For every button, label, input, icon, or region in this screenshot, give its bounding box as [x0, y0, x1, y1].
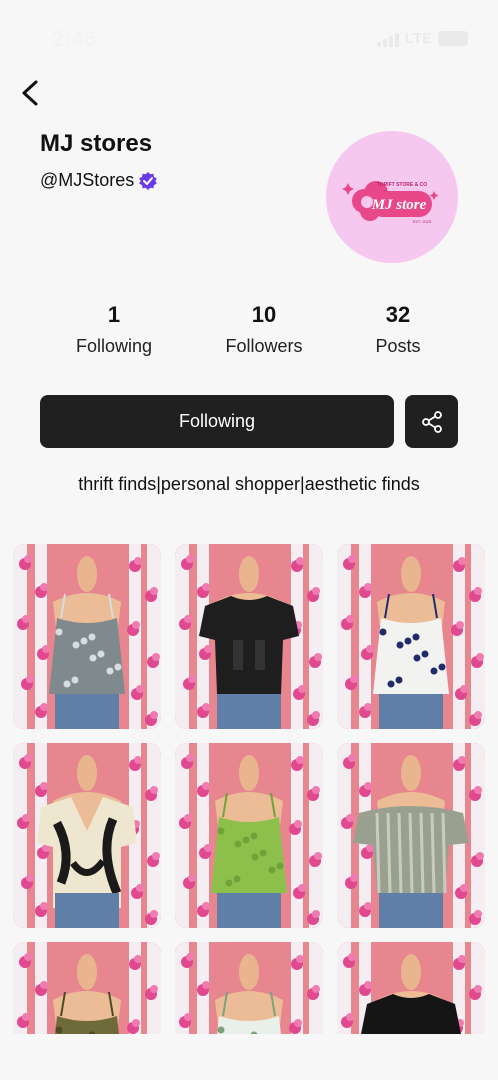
post-tile[interactable]: [175, 743, 323, 928]
post-image: [337, 544, 485, 729]
post-image: [13, 942, 161, 1034]
post-tile[interactable]: [13, 743, 161, 928]
stat-count: 1: [107, 302, 121, 327]
post-image: [337, 743, 485, 928]
post-image: [175, 942, 323, 1034]
status-bar: 2:46 LTE: [0, 0, 498, 78]
stat-following[interactable]: 1 Following: [44, 302, 184, 357]
post-tile[interactable]: [175, 942, 323, 1034]
battery-icon: [438, 31, 468, 46]
post-tile[interactable]: [337, 743, 485, 928]
stat-label: Following: [75, 336, 153, 356]
posts-grid: [13, 544, 485, 1034]
avatar[interactable]: THRIFT STORE & CO MJ store EST. 2023: [326, 131, 458, 263]
post-tile[interactable]: [13, 942, 161, 1034]
profile-handle: @MJStores: [40, 170, 135, 190]
logo-est: EST. 2023: [413, 219, 432, 224]
profile-name: MJ stores: [40, 130, 153, 157]
profile-bio: thrift finds|personal shopper|aesthetic …: [78, 474, 420, 494]
chevron-left-icon: [22, 80, 38, 106]
status-time: 2:46: [52, 26, 97, 51]
share-icon: [421, 410, 442, 433]
post-image: [337, 942, 485, 1034]
logo-brand: MJ store: [371, 197, 427, 213]
post-tile[interactable]: [337, 942, 485, 1034]
post-tile[interactable]: [13, 544, 161, 729]
post-image: [175, 544, 323, 729]
store-logo: THRIFT STORE & CO MJ store EST. 2023: [326, 131, 458, 263]
stat-count: 10: [251, 302, 277, 327]
post-image: [175, 743, 323, 928]
logo-tagline: THRIFT STORE & CO: [377, 182, 427, 188]
verified-badge-icon: [138, 171, 158, 191]
post-tile[interactable]: [337, 544, 485, 729]
handle-row: @MJStores: [40, 170, 158, 191]
back-button[interactable]: [16, 78, 48, 110]
stat-label: Posts: [375, 336, 421, 356]
following-button[interactable]: Following: [40, 395, 394, 448]
post-image: [13, 544, 161, 729]
stat-label: Followers: [225, 336, 303, 356]
stat-count: 32: [385, 302, 411, 327]
share-button[interactable]: [405, 395, 458, 448]
signal-icon: [376, 31, 399, 47]
post-tile[interactable]: [175, 544, 323, 729]
stat-posts[interactable]: 32 Posts: [328, 302, 468, 357]
network-label: LTE: [404, 30, 432, 47]
post-image: [13, 743, 161, 928]
status-icons: LTE: [376, 30, 468, 47]
stat-followers[interactable]: 10 Followers: [194, 302, 334, 357]
